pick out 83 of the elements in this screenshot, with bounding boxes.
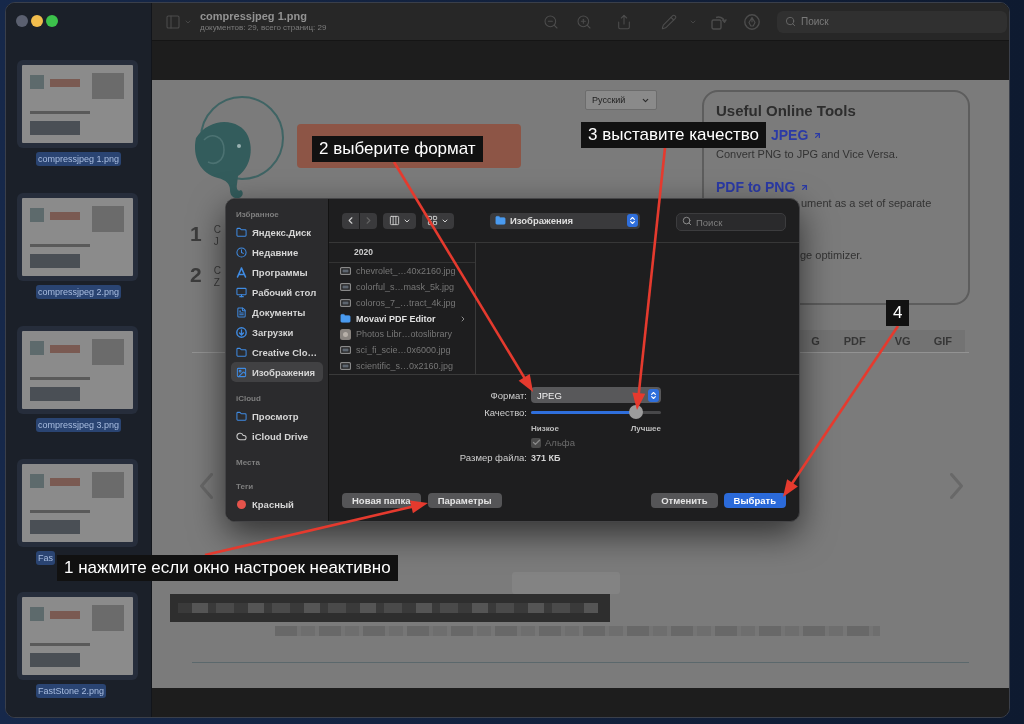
quality-label: Качество:	[483, 406, 527, 418]
image-file-icon	[340, 346, 351, 355]
sidebar-item[interactable]: Изображения	[231, 362, 323, 382]
stepper-icon	[648, 388, 659, 402]
search-field[interactable]: Поиск	[676, 213, 786, 231]
step-number: 1	[190, 222, 202, 246]
dialog-button[interactable]: Отменить	[651, 493, 718, 508]
window-title: compressjpeg 1.png	[200, 10, 308, 23]
download-icon	[236, 326, 247, 338]
image-file-icon	[340, 362, 351, 371]
grid-icon	[427, 215, 438, 226]
sidebar-item[interactable]: Программы	[231, 262, 323, 282]
arrow-up-right-icon	[800, 182, 810, 192]
file-row[interactable]: Movavi PDF Editor	[329, 310, 475, 327]
thumbnail-label[interactable]: compressjpeg 2.png	[36, 285, 122, 299]
sidebar-section-heading: Теги	[235, 481, 255, 493]
alpha-label: Альфа	[545, 437, 575, 448]
slider-max-label: Лучшее	[630, 423, 661, 433]
image-file-icon	[340, 282, 351, 291]
step-number: 2	[190, 263, 202, 287]
format-popup[interactable]: JPEG	[531, 387, 661, 403]
thumbnail-label[interactable]: FastStone 2.png	[36, 684, 107, 698]
dialog-button[interactable]: Параметры	[427, 493, 502, 508]
sidebar-section-heading: iCloud	[235, 393, 262, 405]
folder-icon	[340, 313, 351, 324]
group-button[interactable]	[422, 212, 454, 229]
photos-library-icon	[340, 328, 351, 340]
columns-icon	[388, 215, 400, 226]
sidebar-item[interactable]: Недавние	[231, 242, 323, 262]
folder-icon	[236, 410, 247, 422]
sidebar-section-heading: Избранное	[235, 209, 280, 221]
arrow-up-right-icon	[813, 130, 823, 140]
folder-icon	[495, 215, 506, 226]
clock-icon	[236, 246, 247, 258]
search-icon	[785, 16, 796, 27]
sidebar-item[interactable]: Загрузки	[231, 322, 323, 342]
tool-description: Convert PNG to JPG and Vice Versa.	[716, 147, 898, 161]
document-icon	[236, 306, 247, 318]
monitor-icon	[236, 286, 247, 298]
sidebar-item[interactable]: Яндекс.Диск	[231, 222, 323, 242]
format-label: Формат:	[489, 389, 527, 401]
slider-min-label: Низкое	[531, 423, 559, 433]
search-icon	[682, 215, 692, 226]
thumbnail-label[interactable]: compressjpeg 1.png	[36, 152, 122, 166]
minimize-button[interactable]	[31, 15, 43, 27]
thumbnail-label[interactable]: compressjpeg 3.png	[36, 418, 122, 432]
file-size-value: 371 КБ	[531, 452, 562, 463]
card-heading: Useful Online Tools	[716, 102, 857, 120]
sidebar-section-heading: Места	[235, 457, 261, 469]
file-size-label: Размер файла:	[458, 452, 527, 463]
sidebar-item[interactable]: iCloud Drive	[231, 426, 323, 446]
sidebar-item[interactable]: Creative Clo…	[231, 342, 323, 362]
window-subtitle: документов: 29, всего страниц: 29	[200, 23, 328, 33]
column-heading: 2020	[329, 243, 475, 263]
sidebar-item[interactable]: Рабочий стол	[231, 282, 323, 302]
tool-description: ument as a set of separate	[801, 196, 932, 210]
dialog-button[interactable]: Новая папка	[342, 493, 421, 508]
image-icon	[236, 366, 247, 378]
location-popup[interactable]: Изображения	[490, 212, 640, 229]
default-button[interactable]: Выбрать	[723, 493, 786, 508]
folder-icon	[236, 226, 247, 238]
annotation-label: 3 выставите качество	[581, 122, 767, 148]
image-file-icon	[340, 266, 351, 275]
language-select[interactable]: Русский	[585, 90, 657, 110]
stepper-icon	[627, 214, 638, 227]
annotation-label: 4	[886, 300, 910, 326]
image-file-icon	[340, 298, 351, 307]
back-button[interactable]	[342, 212, 359, 229]
applications-icon	[236, 266, 247, 278]
sidebar-item[interactable]: Красный	[231, 494, 323, 514]
thumbnail-label[interactable]: Fas	[36, 551, 55, 565]
chevron-right-icon	[459, 314, 467, 323]
zoom-button[interactable]	[46, 15, 58, 27]
search-field[interactable]: Поиск	[777, 10, 1007, 33]
sidebar-item[interactable]: Документы	[231, 302, 323, 322]
slider-thumb[interactable]	[629, 405, 644, 419]
cloud-icon	[236, 430, 247, 442]
folder-icon	[236, 346, 247, 358]
view-mode-button[interactable]	[383, 212, 416, 229]
annotation-label: 1 нажмите если окно настроек неактивно	[57, 555, 398, 581]
sidebar-item[interactable]: Просмотр	[231, 406, 323, 426]
quality-slider[interactable]	[531, 405, 661, 419]
annotation-label: 2 выберите формат	[312, 136, 483, 162]
